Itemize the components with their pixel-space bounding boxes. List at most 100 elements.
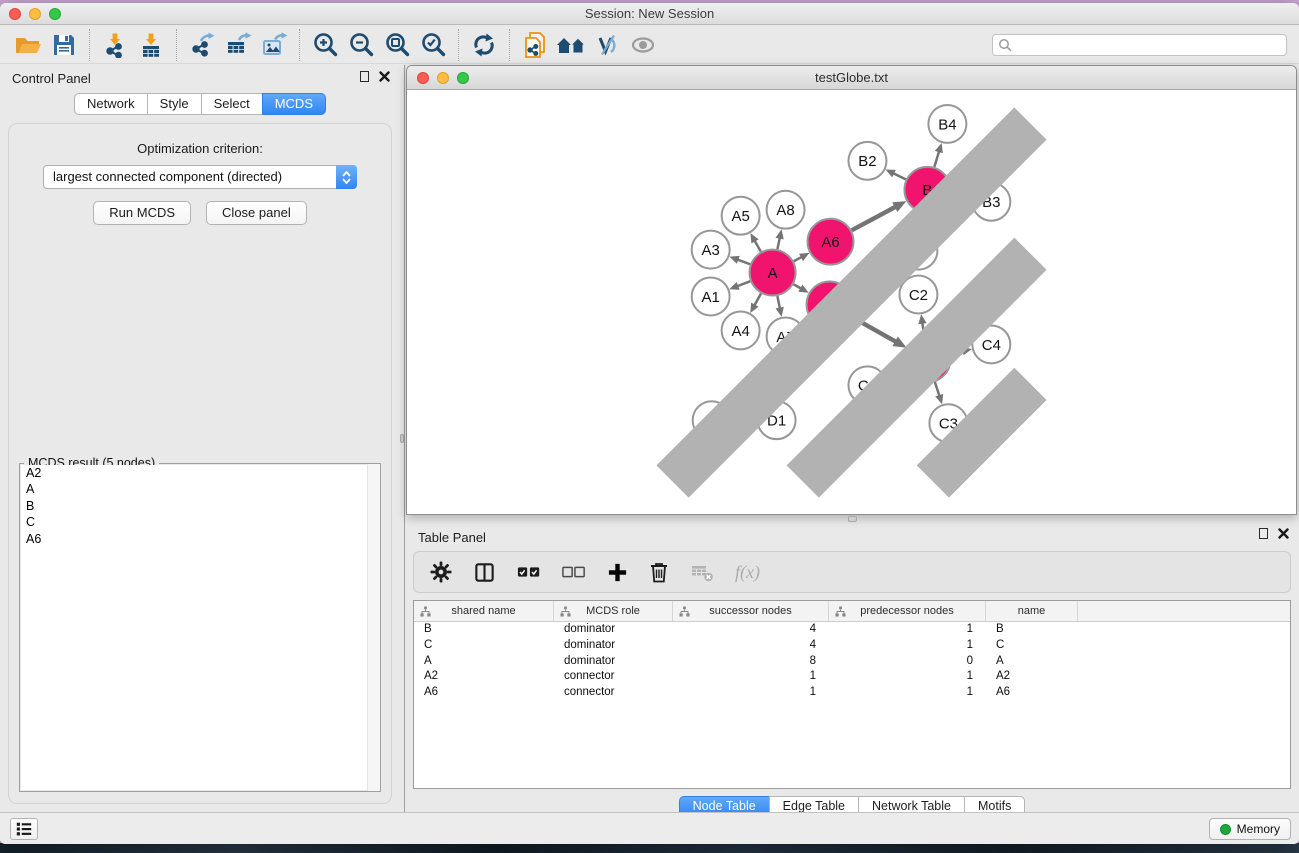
cell-name[interactable]: A6 <box>986 685 1078 701</box>
memory-button[interactable]: Memory <box>1209 818 1291 840</box>
add-row-button[interactable] <box>607 562 628 583</box>
horizontal-splitter[interactable] <box>405 515 1299 522</box>
search-box[interactable] <box>992 34 1287 56</box>
maximize-network-button[interactable] <box>457 72 469 84</box>
cell-MCDS-role[interactable]: dominator <box>554 622 673 638</box>
save-session-button[interactable] <box>46 28 82 62</box>
import-network-button[interactable] <box>97 28 133 62</box>
cell-shared-name[interactable]: A6 <box>414 685 554 701</box>
cell-MCDS-role[interactable]: connector <box>554 669 673 685</box>
column-header-predecessor-nodes[interactable]: predecessor nodes <box>829 601 986 621</box>
result-item-a2[interactable]: A2 <box>21 465 379 481</box>
cell-shared-name[interactable]: A2 <box>414 669 554 685</box>
import-table-button[interactable] <box>133 28 169 62</box>
table-settings-button[interactable] <box>430 561 452 583</box>
cell-name[interactable]: C <box>986 638 1078 654</box>
cell-predecessor-nodes[interactable]: 1 <box>829 638 986 654</box>
cell-name[interactable]: B <box>986 622 1078 638</box>
cell-shared-name[interactable]: C <box>414 638 554 654</box>
close-table-panel-icon[interactable] <box>1278 528 1289 539</box>
result-item-a[interactable]: A <box>21 481 379 497</box>
export-table-icon <box>225 32 252 58</box>
graphics-details-button[interactable] <box>589 28 625 62</box>
cell-predecessor-nodes[interactable]: 1 <box>829 622 986 638</box>
zoom-out-button[interactable] <box>343 28 379 62</box>
column-header-successor-nodes[interactable]: successor nodes <box>673 601 829 621</box>
minimize-window-button[interactable] <box>29 8 41 20</box>
open-session-button[interactable] <box>10 28 46 62</box>
zoom-out-icon <box>348 31 375 58</box>
export-image-button[interactable] <box>256 28 292 62</box>
close-panel-icon[interactable] <box>379 71 390 82</box>
zoom-fit-button[interactable] <box>379 28 415 62</box>
tab-mcds[interactable]: MCDS <box>262 93 326 115</box>
zoom-selected-button[interactable] <box>415 28 451 62</box>
tab-style[interactable]: Style <box>147 93 202 115</box>
cell-MCDS-role[interactable]: connector <box>554 685 673 701</box>
result-scrollbar[interactable] <box>367 464 380 791</box>
cell-shared-name[interactable]: B <box>414 622 554 638</box>
cell-shared-name[interactable]: A <box>414 654 554 670</box>
cell-successor-nodes[interactable]: 4 <box>673 638 829 654</box>
result-item-c[interactable]: C <box>21 514 379 530</box>
import-network-icon <box>102 32 128 58</box>
export-table-button[interactable] <box>220 28 256 62</box>
maximize-window-button[interactable] <box>49 8 61 20</box>
delete-row-button[interactable] <box>649 561 669 583</box>
cell-successor-nodes[interactable]: 4 <box>673 622 829 638</box>
zoom-selected-icon <box>420 31 447 58</box>
network-window-titlebar: testGlobe.txt <box>407 66 1296 90</box>
export-network-button[interactable] <box>184 28 220 62</box>
close-window-button[interactable] <box>9 8 21 20</box>
zoom-in-button[interactable] <box>307 28 343 62</box>
deselect-all-button[interactable] <box>562 565 586 579</box>
minimize-network-button[interactable] <box>437 72 449 84</box>
result-item-b[interactable]: B <box>21 498 379 514</box>
search-input[interactable] <box>1012 38 1281 52</box>
column-header-MCDS-role[interactable]: MCDS role <box>554 601 673 621</box>
show-hide-button[interactable] <box>625 28 661 62</box>
cell-MCDS-role[interactable]: dominator <box>554 654 673 670</box>
cell-MCDS-role[interactable]: dominator <box>554 638 673 654</box>
result-item-a6[interactable]: A6 <box>21 531 379 547</box>
column-header-shared-name[interactable]: shared name <box>414 601 554 621</box>
float-table-panel-icon[interactable] <box>1259 528 1268 539</box>
table-row[interactable]: A2connector11A2 <box>414 669 1290 685</box>
tab-network[interactable]: Network <box>74 93 148 115</box>
desktop-background-strip <box>0 843 1299 853</box>
column-view-button[interactable] <box>473 561 496 584</box>
mcds-result-list: A2ABCA6 <box>21 465 379 790</box>
cell-name[interactable]: A <box>986 654 1078 670</box>
function-builder-button[interactable]: f(x) <box>735 562 760 583</box>
tab-select[interactable]: Select <box>201 93 263 115</box>
table-row[interactable]: A6connector11A6 <box>414 685 1290 701</box>
cell-predecessor-nodes[interactable]: 1 <box>829 685 986 701</box>
run-mcds-button[interactable]: Run MCDS <box>93 201 191 225</box>
task-history-button[interactable] <box>10 818 38 840</box>
cell-name[interactable]: A2 <box>986 669 1078 685</box>
network-canvas[interactable]: B4B2BB3A8A5A6B1A3AC2A1A2A4A7C4CC1C3DD1 <box>407 91 1296 514</box>
refresh-layout-button[interactable] <box>466 28 502 62</box>
cell-successor-nodes[interactable]: 1 <box>673 685 829 701</box>
cell-predecessor-nodes[interactable]: 1 <box>829 669 986 685</box>
float-panel-icon[interactable] <box>360 71 369 82</box>
clone-network-button[interactable] <box>517 28 553 62</box>
close-panel-button[interactable]: Close panel <box>206 201 307 225</box>
resize-grip-icon[interactable] <box>407 91 1296 514</box>
column-header-name[interactable]: name <box>986 601 1078 621</box>
cell-predecessor-nodes[interactable]: 0 <box>829 654 986 670</box>
table-row[interactable]: Cdominator41C <box>414 638 1290 654</box>
cell-successor-nodes[interactable]: 1 <box>673 669 829 685</box>
table-row[interactable]: Bdominator41B <box>414 622 1290 638</box>
optimization-criterion-select[interactable]: largest connected component (directed) <box>43 165 357 189</box>
first-neighbors-button[interactable] <box>553 28 589 62</box>
close-network-button[interactable] <box>417 72 429 84</box>
cell-successor-nodes[interactable]: 8 <box>673 654 829 670</box>
main-toolbar <box>0 26 1299 64</box>
select-all-button[interactable] <box>517 565 541 579</box>
node-table: shared nameMCDS rolesuccessor nodesprede… <box>413 600 1291 789</box>
delete-table-button[interactable] <box>690 561 714 583</box>
memory-status-icon <box>1220 824 1231 835</box>
table-row[interactable]: Adominator80A <box>414 654 1290 670</box>
control-panel-title: Control Panel <box>12 71 91 86</box>
